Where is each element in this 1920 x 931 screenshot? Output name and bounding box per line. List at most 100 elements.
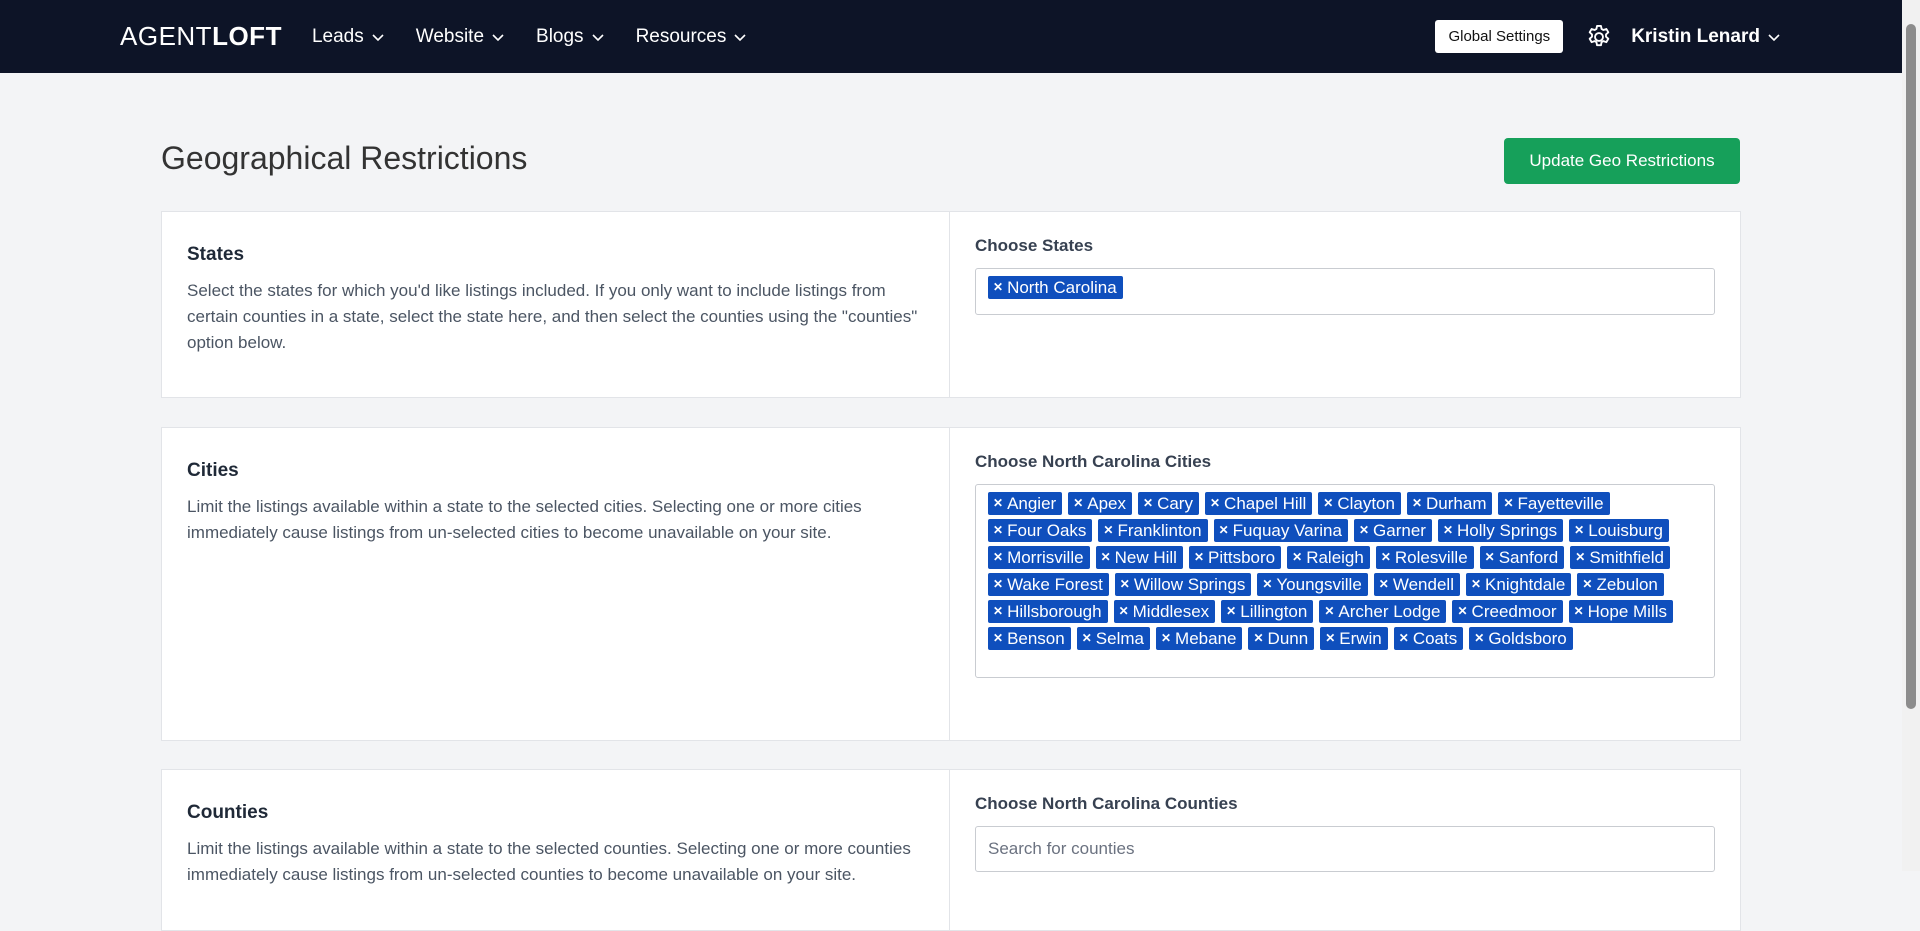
- header-actions: Global Settings Kristin Lenard: [1435, 20, 1782, 53]
- chevron-down-icon: [492, 33, 504, 41]
- cities-multiselect[interactable]: ✕ Angier ✕ Apex ✕ Cary ✕ Chapel Hill ✕ Clayton ✕ Du…: [975, 484, 1715, 678]
- selected-tag: ✕ Franklinton: [1098, 519, 1208, 542]
- selected-tag: ✕ Raleigh: [1287, 546, 1370, 569]
- remove-tag-icon[interactable]: ✕: [1194, 546, 1204, 569]
- remove-tag-icon[interactable]: ✕: [1574, 519, 1584, 542]
- remove-tag-icon[interactable]: ✕: [1324, 600, 1334, 623]
- tag-label: Garner: [1373, 521, 1426, 540]
- remove-tag-icon[interactable]: ✕: [1082, 627, 1092, 650]
- selected-tag: ✕ Fayetteville: [1498, 492, 1610, 515]
- remove-tag-icon[interactable]: ✕: [1412, 492, 1422, 515]
- remove-tag-icon[interactable]: ✕: [1399, 627, 1409, 650]
- remove-tag-icon[interactable]: ✕: [1161, 627, 1171, 650]
- selected-tag: ✕ Willow Springs: [1114, 573, 1252, 596]
- tag-label: Raleigh: [1306, 548, 1364, 567]
- selected-tag: ✕ Archer Lodge: [1319, 600, 1447, 623]
- states-heading: States: [187, 244, 245, 265]
- remove-tag-icon[interactable]: ✕: [1457, 600, 1467, 623]
- selected-tag: ✕ Smithfield: [1570, 546, 1670, 569]
- tag-label: Cary: [1157, 494, 1193, 513]
- counties-search-input[interactable]: [975, 826, 1715, 872]
- remove-tag-icon[interactable]: ✕: [1582, 573, 1592, 596]
- user-menu[interactable]: Kristin Lenard: [1631, 26, 1782, 48]
- cities-description: Limit the listings available within a st…: [187, 497, 862, 542]
- agentloft-logo[interactable]: AGENTLOFT: [120, 21, 282, 52]
- remove-tag-icon[interactable]: ✕: [1575, 546, 1585, 569]
- remove-tag-icon[interactable]: ✕: [993, 276, 1003, 299]
- remove-tag-icon[interactable]: ✕: [1574, 600, 1584, 623]
- nav-resources-label: Resources: [635, 25, 727, 47]
- remove-tag-icon[interactable]: ✕: [1143, 492, 1153, 515]
- remove-tag-icon[interactable]: ✕: [1219, 519, 1229, 542]
- selected-tag: ✕ Coats: [1393, 627, 1464, 650]
- selected-tag: ✕ Sanford: [1479, 546, 1565, 569]
- remove-tag-icon[interactable]: ✕: [1073, 492, 1083, 515]
- nav-website-label: Website: [415, 25, 485, 47]
- remove-tag-icon[interactable]: ✕: [993, 627, 1003, 650]
- remove-tag-icon[interactable]: ✕: [1471, 573, 1481, 596]
- cities-card: Cities Limit the listings available with…: [161, 427, 1741, 741]
- tag-label: Youngsville: [1276, 575, 1362, 594]
- page-scrollbar[interactable]: [1902, 0, 1920, 871]
- remove-tag-icon[interactable]: ✕: [1474, 627, 1484, 650]
- selected-tag: ✕ Selma: [1076, 627, 1150, 650]
- selected-tag: ✕ Wake Forest: [988, 573, 1109, 596]
- global-settings-button[interactable]: Global Settings: [1435, 20, 1564, 53]
- gear-icon[interactable]: [1585, 23, 1613, 51]
- nav-blogs[interactable]: Blogs: [536, 26, 606, 48]
- tag-label: Angier: [1007, 494, 1057, 513]
- selected-tag: ✕ Fuquay Varina: [1213, 519, 1348, 542]
- selected-tag: ✕ Durham: [1406, 492, 1493, 515]
- selected-tag: ✕ Dunn: [1248, 627, 1315, 650]
- main-nav: Leads Website Blogs Resources: [312, 26, 778, 48]
- remove-tag-icon[interactable]: ✕: [1485, 546, 1495, 569]
- selected-tag: ✕ Erwin: [1320, 627, 1388, 650]
- nav-resources[interactable]: Resources: [636, 26, 749, 48]
- remove-tag-icon[interactable]: ✕: [1381, 546, 1391, 569]
- selected-tag: ✕ Benson: [988, 627, 1071, 650]
- remove-tag-icon[interactable]: ✕: [1210, 492, 1220, 515]
- remove-tag-icon[interactable]: ✕: [1323, 492, 1333, 515]
- tag-label: Zebulon: [1596, 575, 1658, 594]
- remove-tag-icon[interactable]: ✕: [993, 600, 1003, 623]
- scrollbar-thumb[interactable]: [1906, 24, 1916, 709]
- remove-tag-icon[interactable]: ✕: [1226, 600, 1236, 623]
- remove-tag-icon[interactable]: ✕: [1120, 573, 1130, 596]
- remove-tag-icon[interactable]: ✕: [1119, 600, 1129, 623]
- top-navbar: AGENTLOFT Leads Website Blogs Resources …: [0, 0, 1902, 73]
- remove-tag-icon[interactable]: ✕: [1325, 627, 1335, 650]
- selected-tag: ✕ Clayton: [1318, 492, 1401, 515]
- remove-tag-icon[interactable]: ✕: [1101, 546, 1111, 569]
- tag-label: Chapel Hill: [1224, 494, 1307, 513]
- tag-label: Fuquay Varina: [1232, 521, 1342, 540]
- remove-tag-icon[interactable]: ✕: [1253, 627, 1263, 650]
- remove-tag-icon[interactable]: ✕: [1103, 519, 1113, 542]
- remove-tag-icon[interactable]: ✕: [993, 492, 1003, 515]
- tag-label: Sanford: [1498, 548, 1559, 567]
- remove-tag-icon[interactable]: ✕: [1359, 519, 1369, 542]
- remove-tag-icon[interactable]: ✕: [993, 519, 1003, 542]
- nav-website[interactable]: Website: [416, 26, 506, 48]
- remove-tag-icon[interactable]: ✕: [993, 546, 1003, 569]
- tag-label: Pittsboro: [1208, 548, 1276, 567]
- remove-tag-icon[interactable]: ✕: [1262, 573, 1272, 596]
- counties-card: Counties Limit the listings available wi…: [161, 769, 1741, 931]
- tag-label: Creedmoor: [1471, 602, 1557, 621]
- remove-tag-icon[interactable]: ✕: [993, 573, 1003, 596]
- states-multiselect[interactable]: ✕ North Carolina: [975, 268, 1715, 315]
- states-card: States Select the states for which you'd…: [161, 211, 1741, 398]
- nav-leads[interactable]: Leads: [312, 26, 386, 48]
- chevron-down-icon: [591, 33, 604, 41]
- selected-tag: ✕ Knightdale: [1465, 573, 1572, 596]
- choose-cities-label: Choose North Carolina Cities: [975, 452, 1212, 471]
- tag-label: Rolesville: [1394, 548, 1468, 567]
- selected-tag: ✕ Mebane: [1155, 627, 1243, 650]
- remove-tag-icon[interactable]: ✕: [1292, 546, 1302, 569]
- remove-tag-icon[interactable]: ✕: [1503, 492, 1513, 515]
- update-geo-restrictions-button[interactable]: Update Geo Restrictions: [1504, 138, 1740, 184]
- remove-tag-icon[interactable]: ✕: [1443, 519, 1453, 542]
- tag-label: Erwin: [1339, 629, 1382, 648]
- remove-tag-icon[interactable]: ✕: [1379, 573, 1389, 596]
- selected-tag: ✕ Goldsboro: [1469, 627, 1573, 650]
- cities-heading: Cities: [187, 460, 239, 481]
